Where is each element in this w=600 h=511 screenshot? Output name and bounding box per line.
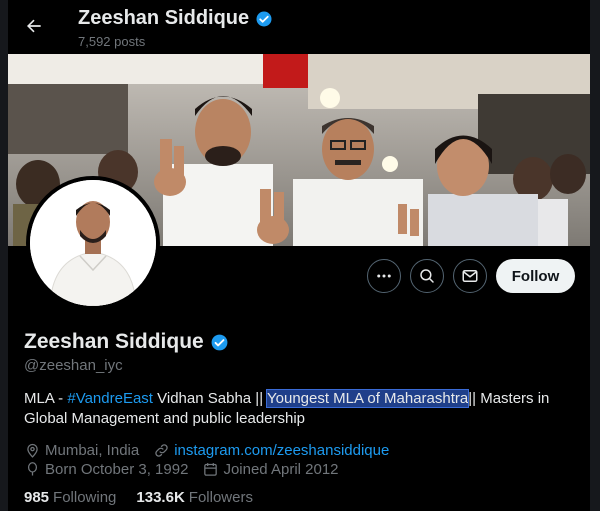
scrollbar-track[interactable] xyxy=(590,0,600,511)
bio-selected-text[interactable]: Youngest MLA of Maharashtra xyxy=(265,389,470,408)
website: instagram.com/zeeshansiddique xyxy=(153,442,389,459)
user-handle: @zeeshan_iyc xyxy=(24,357,123,374)
verified-badge-icon[interactable] xyxy=(210,333,229,352)
birth-date-text: Born October 3, 1992 xyxy=(45,461,189,478)
back-button[interactable] xyxy=(22,14,46,38)
following-label: Following xyxy=(53,489,117,506)
display-name-text: Zeeshan Siddique xyxy=(24,330,204,353)
search-icon xyxy=(420,269,434,283)
followers-label: Followers xyxy=(188,489,253,506)
bio: MLA - #VandreEast Vidhan Sabha || Younge… xyxy=(24,389,564,429)
bio-mid-text: Vidhan Sabha || xyxy=(152,390,267,407)
header-title: Zeeshan Siddique xyxy=(78,7,273,30)
profile-meta-row-1: Mumbai, India instagram.com/zeeshansiddi… xyxy=(24,442,399,459)
left-rail xyxy=(0,0,8,511)
location-text: Mumbai, India xyxy=(45,442,140,459)
location-pin-icon xyxy=(27,443,38,458)
follow-counts: 985 Following 133.6K Followers xyxy=(24,489,253,506)
more-icon xyxy=(377,274,391,278)
follow-button[interactable]: Follow xyxy=(496,259,575,293)
location: Mumbai, India xyxy=(24,442,139,459)
calendar-icon xyxy=(204,463,218,476)
arrow-left-icon xyxy=(27,19,41,33)
profile-page: Zeeshan Siddique 7,592 posts Follow Zees… xyxy=(0,0,600,511)
message-icon xyxy=(462,270,478,282)
header-name-text: Zeeshan Siddique xyxy=(78,7,250,29)
following-link[interactable]: 985 Following xyxy=(24,489,116,506)
avatar-photo xyxy=(30,180,156,306)
birth-date: Born October 3, 1992 xyxy=(24,461,188,478)
balloon-icon xyxy=(27,462,38,476)
more-button[interactable] xyxy=(367,259,401,293)
followers-link[interactable]: 133.6K Followers xyxy=(136,489,253,506)
search-button[interactable] xyxy=(410,259,444,293)
bio-prefix: MLA - xyxy=(24,390,68,407)
verified-badge-icon xyxy=(256,11,272,26)
profile-meta-row-2: Born October 3, 1992 Joined April 2012 xyxy=(24,461,349,478)
website-link[interactable]: instagram.com/zeeshansiddique xyxy=(174,442,389,459)
link-icon xyxy=(155,444,168,457)
profile-header: Zeeshan Siddique 7,592 posts xyxy=(8,0,590,54)
bio-hashtag-link[interactable]: #VandreEast xyxy=(67,390,153,407)
join-date-text: Joined April 2012 xyxy=(223,461,339,478)
following-count: 985 xyxy=(24,489,50,506)
join-date: Joined April 2012 xyxy=(202,461,339,478)
post-count: 7,592 posts xyxy=(78,34,146,49)
followers-count: 133.6K xyxy=(136,489,185,506)
display-name: Zeeshan Siddique xyxy=(24,330,229,354)
avatar[interactable] xyxy=(26,176,160,310)
message-button[interactable] xyxy=(453,259,487,293)
